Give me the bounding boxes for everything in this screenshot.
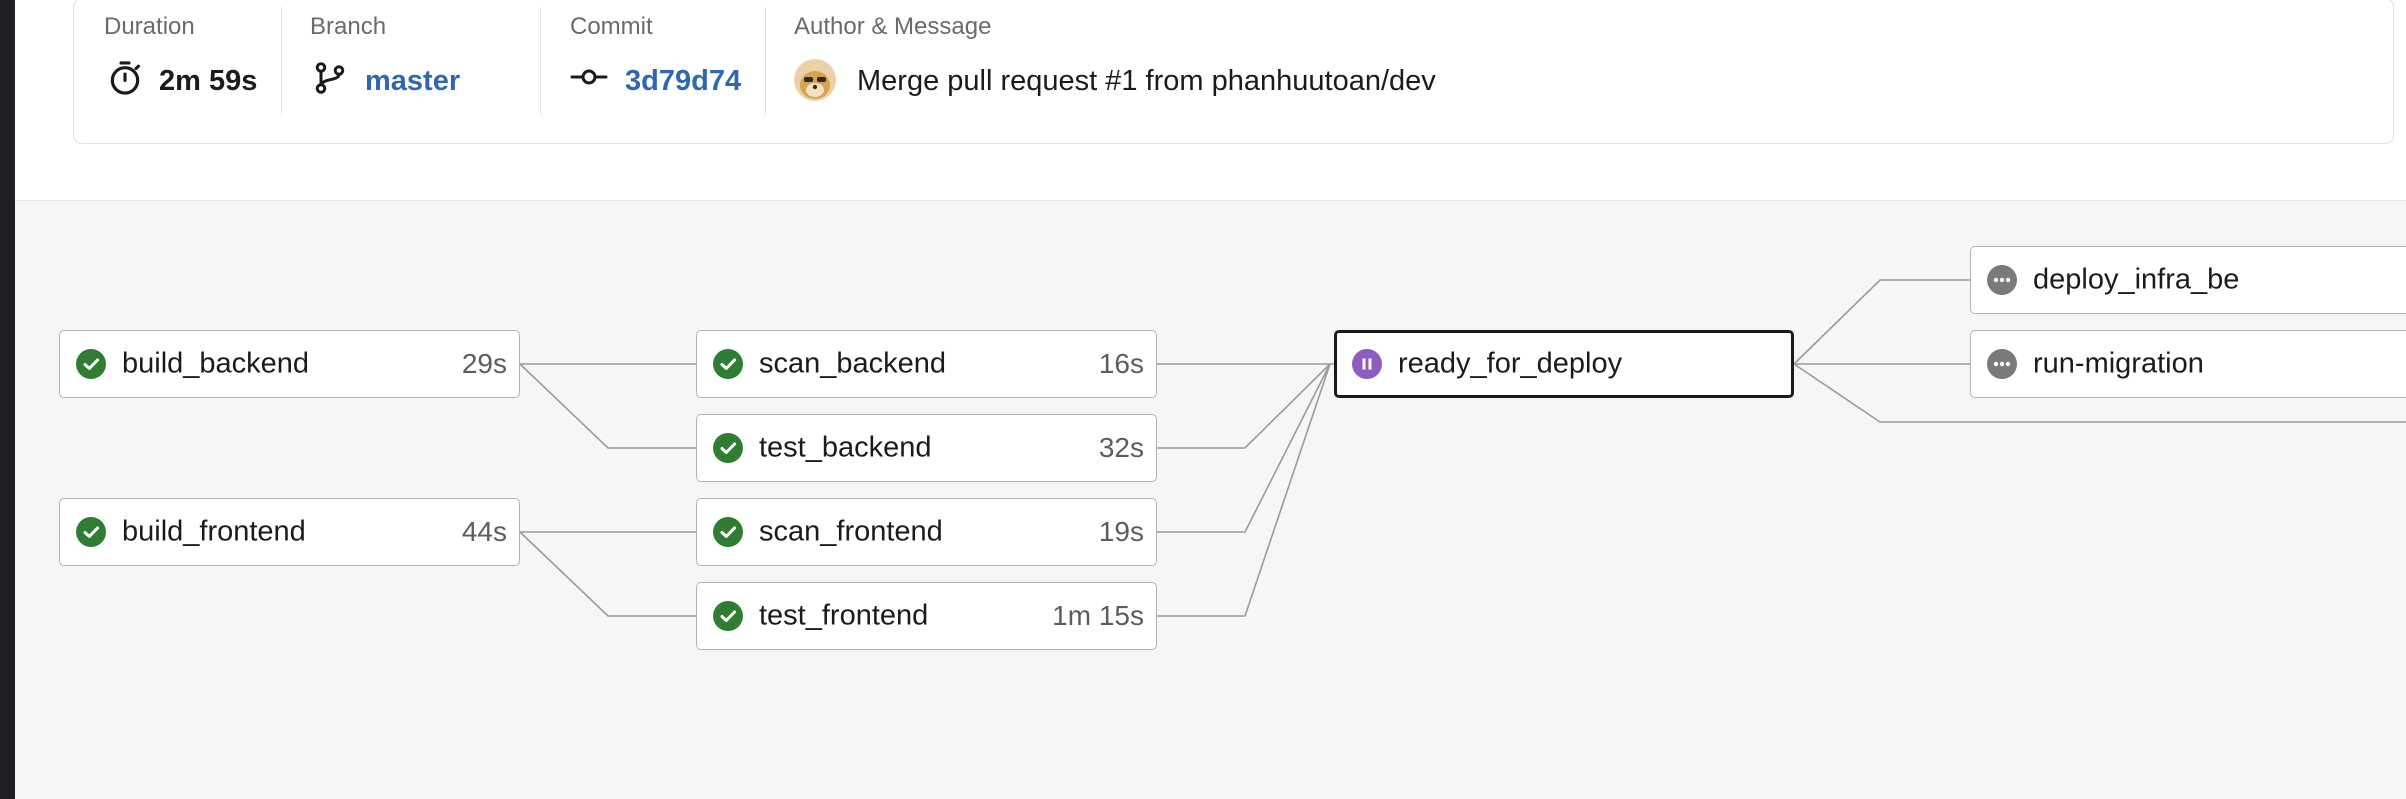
job-build-backend[interactable]: build_backend 29s — [59, 330, 520, 398]
success-check-icon — [713, 601, 743, 631]
git-branch-icon — [312, 59, 348, 102]
divider — [765, 7, 766, 115]
job-scan-frontend[interactable]: scan_frontend 19s — [696, 498, 1157, 566]
job-deploy-infra-be[interactable]: deploy_infra_be — [1970, 246, 2406, 314]
success-check-icon — [76, 349, 106, 379]
duration-section: Duration 2m 59s — [104, 0, 269, 145]
job-name: run-migration — [2033, 347, 2204, 380]
job-run-migration[interactable]: run-migration — [1970, 330, 2406, 398]
job-name: test_frontend — [759, 599, 929, 632]
duration-value: 2m 59s — [159, 65, 258, 97]
commit-label: Commit — [570, 13, 653, 40]
job-duration: 19s — [1098, 516, 1144, 547]
author-avatar — [794, 59, 836, 106]
workflow-summary-card: Duration 2m 59s Branch master Commit 3d7… — [73, 0, 2394, 144]
job-scan-backend[interactable]: scan_backend 16s — [696, 330, 1157, 398]
success-check-icon — [713, 517, 743, 547]
job-name: deploy_infra_be — [2033, 263, 2240, 296]
edge — [1793, 279, 1970, 365]
edge — [1157, 363, 1331, 449]
job-duration: 29s — [461, 348, 507, 379]
success-check-icon — [76, 517, 106, 547]
commit-message: Merge pull request #1 from phanhuutoan/d… — [857, 65, 1436, 97]
git-commit-icon — [570, 65, 608, 94]
branch-link[interactable]: master — [365, 65, 460, 98]
success-check-icon — [713, 349, 743, 379]
job-duration: 44s — [461, 516, 507, 547]
commit-section: Commit 3d79d74 — [570, 0, 770, 145]
job-name: scan_backend — [759, 347, 947, 380]
edge — [1157, 363, 1331, 617]
success-check-icon — [713, 433, 743, 463]
job-test-backend[interactable]: test_backend 32s — [696, 414, 1157, 482]
job-duration: 1m 15s — [1052, 600, 1144, 631]
workflow-header: Duration 2m 59s Branch master Commit 3d7… — [15, 0, 2406, 201]
divider — [540, 7, 541, 115]
job-name: test_backend — [759, 431, 932, 464]
on-hold-pause-icon — [1352, 349, 1382, 379]
author-section: Author & Message Merge pull request #1 f… — [794, 0, 1994, 145]
branch-label: Branch — [310, 13, 387, 40]
commit-link[interactable]: 3d79d74 — [625, 65, 741, 98]
not-run-dots-icon — [1987, 349, 2017, 379]
not-run-dots-icon — [1987, 265, 2017, 295]
job-name: build_backend — [122, 347, 310, 380]
job-duration: 16s — [1098, 348, 1144, 379]
job-name: build_frontend — [122, 515, 306, 548]
job-build-frontend[interactable]: build_frontend 44s — [59, 498, 520, 566]
divider — [281, 7, 282, 115]
job-duration: 32s — [1098, 432, 1144, 463]
edge — [519, 531, 696, 617]
stopwatch-icon — [106, 59, 144, 102]
job-test-frontend[interactable]: test_frontend 1m 15s — [696, 582, 1157, 650]
job-ready-for-deploy[interactable]: ready_for_deploy — [1334, 330, 1794, 398]
pipeline-graph: build_backend 29s build_frontend 44s sca… — [0, 200, 2406, 799]
job-name: scan_frontend — [759, 515, 943, 548]
job-name: ready_for_deploy — [1398, 347, 1623, 380]
branch-section: Branch master — [310, 0, 510, 145]
author-label: Author & Message — [794, 13, 992, 40]
duration-label: Duration — [104, 13, 195, 40]
edge — [519, 363, 696, 449]
